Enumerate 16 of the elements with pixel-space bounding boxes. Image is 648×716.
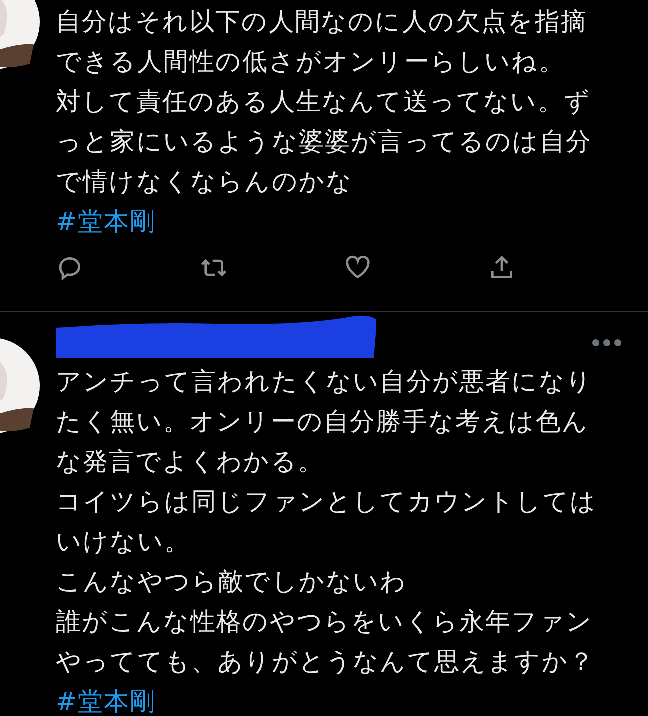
tweet-text: 誰がこんな性格のやつらをいくら永年ファン [56, 606, 594, 638]
tweet-text: いけない。 [56, 526, 192, 558]
tweet-text: コイツらは同じファンとしてカウントしては [56, 486, 598, 518]
tweet-text: 対して責任のある人生なんて送ってない。ず [56, 86, 592, 118]
tweet-text: っと家にいるような婆婆が言ってるのは自分 [56, 126, 593, 158]
tweet-text: たく無い。オンリーの自分勝手な考えは色ん [56, 406, 590, 438]
tweet-text: こんなやつら敵でしかないわ [56, 566, 408, 598]
more-icon[interactable] [592, 339, 622, 347]
tweet-text: アンチって言われたくない自分が悪者になり [56, 366, 594, 398]
tweet-text: やってても、ありがとうなんて思えますか？ [56, 646, 596, 678]
tweet-text: な発言でよくわかる。 [56, 446, 325, 478]
tweet-text: できる人間性の低さがオンリーらしいね。 [56, 46, 566, 78]
tweet-text: で情けなくならんのかな [56, 166, 354, 198]
hashtag-link[interactable]: #堂本剛 [56, 202, 156, 242]
tweet-text: 自分はそれ以下の人間なのに人の欠点を指摘 [56, 6, 588, 38]
hashtag-link[interactable]: #堂本剛 [56, 682, 156, 716]
